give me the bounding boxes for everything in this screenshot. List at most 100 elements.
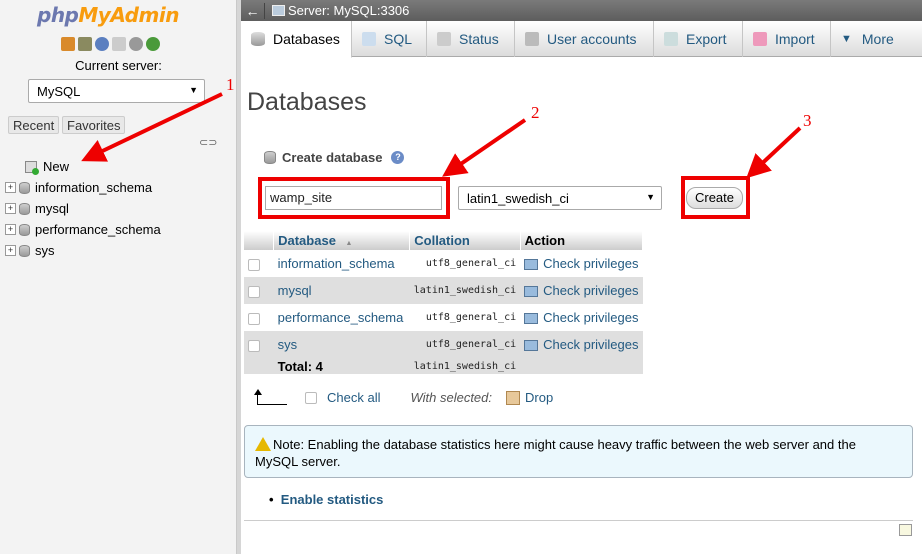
column-header-action: Action bbox=[520, 231, 644, 250]
tree-label[interactable]: New bbox=[43, 159, 69, 174]
tab-import[interactable]: Import bbox=[743, 21, 831, 57]
statistics-notice: Note: Enabling the database statistics h… bbox=[244, 425, 913, 478]
tree-item-information-schema[interactable]: + information_schema bbox=[5, 177, 161, 198]
collation-cell: utf8_general_ci bbox=[409, 304, 521, 331]
favorites-tab[interactable]: Favorites bbox=[62, 116, 126, 134]
bulk-actions: Check all With selected: Drop bbox=[253, 388, 553, 405]
tree-label[interactable]: mysql bbox=[35, 201, 69, 216]
tree-label[interactable]: information_schema bbox=[35, 180, 152, 195]
status-icon bbox=[437, 32, 451, 46]
annotation-label-3: 3 bbox=[803, 111, 812, 130]
tree-item-mysql[interactable]: + mysql bbox=[5, 198, 161, 219]
page-title: Databases bbox=[247, 88, 367, 116]
sort-database-link[interactable]: Database bbox=[278, 233, 336, 248]
database-icon bbox=[19, 223, 30, 236]
home-icon[interactable] bbox=[61, 37, 75, 51]
tab-status[interactable]: Status bbox=[427, 21, 515, 57]
database-link[interactable]: performance_schema bbox=[278, 310, 404, 325]
main-menu: Databases SQL Status User accounts Expor… bbox=[241, 21, 922, 58]
sort-arrow-icon: ▲ bbox=[345, 240, 353, 247]
console-icon[interactable] bbox=[899, 524, 912, 536]
navigation-panel: phpMyAdmin Current server: MySQL ▼ Recent… bbox=[0, 0, 237, 554]
database-link[interactable]: mysql bbox=[278, 283, 312, 298]
users-icon bbox=[525, 32, 539, 46]
tab-databases[interactable]: Databases bbox=[241, 21, 352, 58]
check-privileges-link[interactable]: Check privileges bbox=[543, 283, 638, 298]
sql-icon bbox=[362, 32, 376, 46]
collapse-arrow-icon[interactable]: ← bbox=[241, 2, 265, 19]
logout-icon[interactable] bbox=[78, 37, 92, 51]
server-breadcrumb[interactable]: Server: MySQL:3306 bbox=[288, 3, 409, 18]
tree-label[interactable]: performance_schema bbox=[35, 222, 161, 237]
expand-icon[interactable]: + bbox=[5, 245, 16, 256]
tab-label: User accounts bbox=[547, 31, 637, 47]
row-checkbox[interactable] bbox=[248, 339, 260, 352]
total-row: Total: 4 latin1_swedish_ci bbox=[244, 358, 643, 374]
collation-cell: utf8_general_ci bbox=[409, 331, 521, 358]
collation-cell: latin1_swedish_ci bbox=[409, 277, 521, 304]
tree-item-sys[interactable]: + sys bbox=[5, 240, 161, 261]
sort-collation-link[interactable]: Collation bbox=[414, 233, 470, 248]
drop-button[interactable]: Drop bbox=[525, 390, 553, 405]
collation-select[interactable]: latin1_swedish_ci ▼ bbox=[458, 186, 662, 210]
tab-sql[interactable]: SQL bbox=[352, 21, 427, 57]
table-row: performance_schema utf8_general_ci Check… bbox=[244, 304, 643, 331]
tab-label: Import bbox=[775, 31, 815, 47]
column-header-collation[interactable]: Collation bbox=[409, 231, 521, 250]
database-icon bbox=[251, 32, 265, 46]
select-arrow-icon bbox=[254, 388, 287, 405]
panel-resizer[interactable] bbox=[237, 0, 241, 554]
database-link[interactable]: information_schema bbox=[278, 256, 395, 271]
check-all-label[interactable]: Check all bbox=[327, 390, 380, 405]
database-tree: New + information_schema + mysql + performa… bbox=[5, 156, 161, 261]
link-icon[interactable]: ⊂⊃ bbox=[199, 136, 217, 149]
with-selected-label: With selected: bbox=[410, 390, 492, 405]
tree-label[interactable]: sys bbox=[35, 243, 55, 258]
table-row: information_schema utf8_general_ci Check… bbox=[244, 250, 643, 277]
tab-label: Export bbox=[686, 31, 727, 47]
tab-more[interactable]: ▼ More bbox=[831, 21, 906, 57]
annotation-label-2: 2 bbox=[531, 103, 540, 122]
annotation-box-name bbox=[258, 177, 450, 219]
tree-item-performance-schema[interactable]: + performance_schema bbox=[5, 219, 161, 240]
annotation-label-1: 1 bbox=[226, 75, 235, 94]
check-all-checkbox[interactable] bbox=[305, 391, 317, 404]
column-header-database[interactable]: Database ▲ bbox=[273, 231, 411, 250]
expand-icon[interactable]: + bbox=[5, 203, 16, 214]
expand-icon[interactable]: + bbox=[5, 182, 16, 193]
check-privileges-link[interactable]: Check privileges bbox=[543, 337, 638, 352]
tab-export[interactable]: Export bbox=[654, 21, 743, 57]
new-db-icon bbox=[25, 160, 39, 175]
server-breadcrumb-bar: ← Server: MySQL:3306 bbox=[241, 0, 922, 21]
settings-icon[interactable] bbox=[129, 37, 143, 51]
tab-user-accounts[interactable]: User accounts bbox=[515, 21, 654, 57]
table-row: sys utf8_general_ci Check privileges bbox=[244, 331, 643, 358]
database-link[interactable]: sys bbox=[278, 337, 298, 352]
quick-icons bbox=[61, 37, 160, 51]
enable-statistics[interactable]: • Enable statistics bbox=[269, 492, 383, 507]
tab-label: Databases bbox=[273, 31, 340, 47]
row-checkbox[interactable] bbox=[248, 258, 260, 271]
recent-tab[interactable]: Recent bbox=[8, 116, 60, 134]
tree-item-new[interactable]: New bbox=[5, 156, 161, 177]
row-checkbox[interactable] bbox=[248, 285, 260, 298]
check-privileges-link[interactable]: Check privileges bbox=[543, 256, 638, 271]
docs-icon[interactable] bbox=[112, 37, 126, 51]
help-icon[interactable] bbox=[95, 37, 109, 51]
reload-icon[interactable] bbox=[146, 37, 160, 51]
export-icon bbox=[664, 32, 678, 46]
annotation-box-create bbox=[681, 176, 750, 219]
privileges-icon bbox=[524, 286, 539, 298]
row-checkbox[interactable] bbox=[248, 312, 260, 325]
chevron-down-icon: ▼ bbox=[646, 192, 655, 202]
check-privileges-link[interactable]: Check privileges bbox=[543, 310, 638, 325]
phpmyadmin-logo[interactable]: phpMyAdmin bbox=[37, 3, 179, 27]
database-icon bbox=[19, 244, 30, 257]
server-select[interactable]: MySQL ▼ bbox=[28, 79, 205, 103]
help-icon[interactable]: ? bbox=[391, 151, 405, 164]
collation-cell: utf8_general_ci bbox=[409, 250, 521, 277]
enable-statistics-link[interactable]: Enable statistics bbox=[281, 492, 384, 507]
expand-icon[interactable]: + bbox=[5, 224, 16, 235]
privileges-icon bbox=[524, 259, 539, 271]
import-icon bbox=[753, 32, 767, 46]
